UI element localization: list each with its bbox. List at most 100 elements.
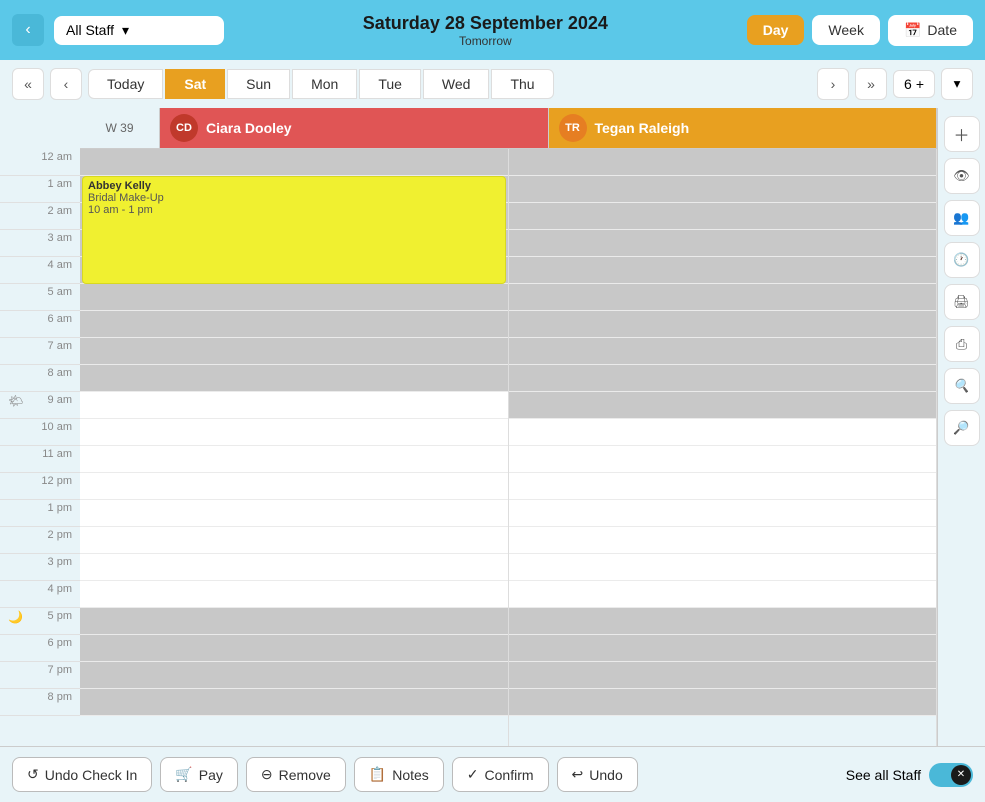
tegan-column[interactable] xyxy=(509,149,938,746)
nav-prev-prev-button[interactable]: « xyxy=(12,68,44,100)
notes-label: Notes xyxy=(392,767,429,783)
ciara-cell-4pm[interactable] xyxy=(80,581,508,608)
today-tab[interactable]: Today xyxy=(88,69,163,99)
staff-count: 6 xyxy=(904,76,912,92)
back-button[interactable]: ‹ xyxy=(12,14,44,46)
undo-button[interactable]: ↩ Undo xyxy=(557,757,638,792)
tegan-cell-1am[interactable] xyxy=(509,176,937,203)
thu-tab[interactable]: Thu xyxy=(491,69,553,99)
undo-checkin-button[interactable]: ↺ Undo Check In xyxy=(12,757,152,792)
staff-header-ciara: CD Ciara Dooley xyxy=(160,108,549,148)
time-5pm: 🌙5 pm xyxy=(0,608,80,635)
tegan-cell-7pm[interactable] xyxy=(509,662,937,689)
ciara-cell-9am[interactable] xyxy=(80,392,508,419)
tegan-cell-10am[interactable] xyxy=(509,419,937,446)
staff-count-box: 6 + xyxy=(893,70,935,98)
pay-label: Pay xyxy=(199,767,223,783)
tegan-cell-5pm[interactable] xyxy=(509,608,937,635)
remove-label: Remove xyxy=(279,767,331,783)
wed-tab[interactable]: Wed xyxy=(423,69,490,99)
ciara-cell-3pm[interactable] xyxy=(80,554,508,581)
nav-prev-button[interactable]: ‹ xyxy=(50,68,82,100)
tegan-cell-3am[interactable] xyxy=(509,230,937,257)
mon-tab[interactable]: Mon xyxy=(292,69,357,99)
ciara-cell-6pm[interactable] xyxy=(80,635,508,662)
hide-button[interactable]: 👁 xyxy=(944,158,980,194)
tegan-cell-4am[interactable] xyxy=(509,257,937,284)
tegan-cell-8pm[interactable] xyxy=(509,689,937,716)
ciara-cell-2pm[interactable] xyxy=(80,527,508,554)
staff-name-ciara: Ciara Dooley xyxy=(206,120,292,136)
tegan-cell-3pm[interactable] xyxy=(509,554,937,581)
ciara-cell-5pm[interactable] xyxy=(80,608,508,635)
see-all-staff-label: See all Staff xyxy=(846,767,921,783)
sat-tab[interactable]: Sat xyxy=(165,69,225,99)
tegan-cell-8am[interactable] xyxy=(509,365,937,392)
ciara-cell-5am[interactable] xyxy=(80,284,508,311)
cart-icon: 🛒 xyxy=(175,766,192,783)
tegan-cell-2pm[interactable] xyxy=(509,527,937,554)
ciara-cell-8am[interactable] xyxy=(80,365,508,392)
tue-tab[interactable]: Tue xyxy=(359,69,421,99)
export-button[interactable]: ⎙ xyxy=(944,326,980,362)
count-chevron-button[interactable]: ▾ xyxy=(941,68,973,100)
header: ‹ All Staff ▾ Saturday 28 September 2024… xyxy=(0,0,985,60)
day-tabs: Today Sat Sun Mon Tue Wed Thu xyxy=(88,69,554,99)
ciara-cell-10am[interactable] xyxy=(80,419,508,446)
ciara-cell-8pm[interactable] xyxy=(80,689,508,716)
ciara-cell-1pm[interactable] xyxy=(80,500,508,527)
zoom-in-button[interactable]: 🔎 xyxy=(944,410,980,446)
see-all-staff-toggle[interactable]: ✕ xyxy=(929,763,973,787)
confirm-button[interactable]: ✓ Confirm xyxy=(452,757,549,792)
day-view-button[interactable]: Day xyxy=(747,15,805,45)
add-button[interactable]: ＋ xyxy=(944,116,980,152)
week-view-button[interactable]: Week xyxy=(812,15,880,45)
tegan-cell-6am[interactable] xyxy=(509,311,937,338)
header-center: Saturday 28 September 2024 Tomorrow xyxy=(363,13,608,48)
tegan-cell-1pm[interactable] xyxy=(509,500,937,527)
tegan-cell-9am[interactable] xyxy=(509,392,937,419)
date-btn-label: Date xyxy=(927,22,957,38)
avatar-tegan: TR xyxy=(559,114,587,142)
tegan-cell-12am[interactable] xyxy=(509,149,937,176)
appointment-abbey-kelly[interactable]: Abbey Kelly Bridal Make-Up 10 am - 1 pm xyxy=(82,176,506,284)
ciara-cell-12pm[interactable] xyxy=(80,473,508,500)
nav-next-button[interactable]: › xyxy=(817,68,849,100)
ciara-cell-7am[interactable] xyxy=(80,338,508,365)
ciara-cell-7pm[interactable] xyxy=(80,662,508,689)
time-8am: 8 am xyxy=(0,365,80,392)
tegan-cell-4pm[interactable] xyxy=(509,581,937,608)
time-5am: 5 am xyxy=(0,284,80,311)
people-button[interactable]: 👥 xyxy=(944,200,980,236)
ciara-cell-6am[interactable] xyxy=(80,311,508,338)
print-button[interactable]: 🖨 xyxy=(944,284,980,320)
clock-button[interactable]: 🕐 xyxy=(944,242,980,278)
nav-next-next-button[interactable]: » xyxy=(855,68,887,100)
pay-button[interactable]: 🛒 Pay xyxy=(160,757,238,792)
zoom-out-button[interactable]: 🔍 xyxy=(944,368,980,404)
sun-tab[interactable]: Sun xyxy=(227,69,290,99)
tegan-cell-11am[interactable] xyxy=(509,446,937,473)
notes-icon: 📋 xyxy=(369,766,386,783)
tegan-cell-6pm[interactable] xyxy=(509,635,937,662)
tegan-cell-12pm[interactable] xyxy=(509,473,937,500)
date-view-button[interactable]: 📅 Date xyxy=(888,15,973,46)
remove-button[interactable]: ⊖ Remove xyxy=(246,757,346,792)
ciara-column[interactable]: Abbey Kelly Bridal Make-Up 10 am - 1 pm xyxy=(80,149,509,746)
confirm-icon: ✓ xyxy=(467,766,479,783)
ciara-cell-12am[interactable] xyxy=(80,149,508,176)
time-1pm: 1 pm xyxy=(0,500,80,527)
time-column: 12 am 1 am 2 am 3 am 4 am 5 am 6 am 7 am… xyxy=(0,149,80,746)
calendar-body[interactable]: 12 am 1 am 2 am 3 am 4 am 5 am 6 am 7 am… xyxy=(0,149,937,746)
ciara-cell-11am[interactable] xyxy=(80,446,508,473)
time-6am: 6 am xyxy=(0,311,80,338)
tegan-cell-5am[interactable] xyxy=(509,284,937,311)
tegan-cell-7am[interactable] xyxy=(509,338,937,365)
staff-dropdown[interactable]: All Staff ▾ xyxy=(54,16,224,45)
dropdown-chevron-icon: ▾ xyxy=(122,22,129,39)
undo-checkin-icon: ↺ xyxy=(27,766,39,783)
notes-button[interactable]: 📋 Notes xyxy=(354,757,444,792)
staff-headers: W 39 CD Ciara Dooley TR Tegan Raleigh xyxy=(80,108,937,149)
tegan-cell-2am[interactable] xyxy=(509,203,937,230)
calendar-container: W 39 CD Ciara Dooley TR Tegan Raleigh 12… xyxy=(0,108,985,746)
